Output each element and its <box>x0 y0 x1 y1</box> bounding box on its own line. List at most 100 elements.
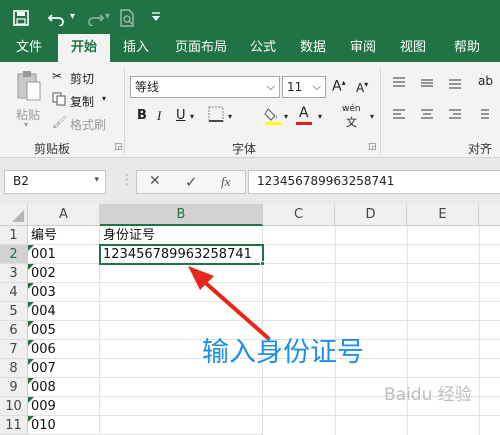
tab-file[interactable]: 文件 <box>6 34 52 62</box>
undo-dropdown-icon[interactable]: ▾ <box>70 0 75 34</box>
cut-label: 剪切 <box>70 72 95 86</box>
formula-input[interactable]: 123456789963258741 <box>248 170 500 194</box>
copy-label: 复制 <box>70 95 95 109</box>
cell-a10[interactable]: 009 <box>28 397 100 416</box>
column-header-b[interactable]: B <box>100 204 263 226</box>
tab-review[interactable]: 审阅 <box>342 34 384 62</box>
tab-formulas[interactable]: 公式 <box>242 34 284 62</box>
tab-page-layout[interactable]: 页面布局 <box>166 34 236 62</box>
paste-dropdown-icon: ▾ <box>24 120 29 129</box>
underline-button[interactable]: U <box>176 108 186 123</box>
phonetic-button[interactable]: wén 文 <box>340 104 368 129</box>
row-header-6[interactable]: 6 <box>0 321 28 340</box>
bold-button[interactable]: B <box>137 108 147 123</box>
tab-help[interactable]: 帮助 <box>446 34 488 62</box>
row-header-5[interactable]: 5 <box>0 302 28 321</box>
format-painter-icon: 🖌 <box>52 115 68 129</box>
cell-a3[interactable]: 002 <box>28 264 100 283</box>
tab-data[interactable]: 数据 <box>292 34 334 62</box>
name-box[interactable]: B2 ▾ <box>4 170 106 194</box>
column-header-d[interactable]: D <box>335 204 407 226</box>
align-top-icon[interactable] <box>392 76 406 93</box>
fill-handle[interactable] <box>260 261 265 266</box>
customize-qat-icon[interactable] <box>150 0 162 34</box>
font-name-select[interactable]: 等线 ⌵ <box>130 76 280 98</box>
italic-button[interactable]: I <box>157 108 161 124</box>
redo-icon[interactable] <box>86 0 105 34</box>
borders-dropdown-icon[interactable]: ▾ <box>228 112 232 121</box>
row-header-11[interactable]: 11 <box>0 416 28 435</box>
cell-a9[interactable]: 008 <box>28 378 100 397</box>
align-right-icon[interactable] <box>448 108 462 125</box>
row-header-2[interactable]: 2 <box>0 245 28 264</box>
column-header-e[interactable]: E <box>407 204 479 226</box>
enter-icon[interactable]: ✓ <box>185 173 198 191</box>
orientation-icon[interactable]: ab <box>478 74 493 88</box>
indent-icon[interactable] <box>476 108 490 125</box>
row-header-4[interactable]: 4 <box>0 283 28 302</box>
font-color-button[interactable]: A <box>299 105 309 121</box>
align-center-icon[interactable] <box>420 108 434 125</box>
format-painter-label: 格式刷 <box>70 118 107 132</box>
row-header-7[interactable]: 7 <box>0 340 28 359</box>
tab-insert[interactable]: 插入 <box>114 34 158 62</box>
cut-button[interactable]: ✂ 剪切 <box>52 69 110 87</box>
select-all-corner[interactable] <box>0 204 28 226</box>
cell-a8[interactable]: 007 <box>28 359 100 378</box>
align-bottom-icon[interactable] <box>448 76 462 93</box>
column-header-f[interactable] <box>479 204 500 226</box>
insert-function-icon[interactable]: fx <box>221 174 230 190</box>
number-as-text-indicator <box>28 302 34 308</box>
cell-a11-value: 010 <box>31 418 56 433</box>
scissors-icon: ✂ <box>52 69 63 83</box>
row-header-8[interactable]: 8 <box>0 359 28 378</box>
phonetic-dropdown-icon[interactable]: ▾ <box>370 112 374 121</box>
row-header-10[interactable]: 10 <box>0 397 28 416</box>
paste-button[interactable]: 粘贴 ▾ <box>10 68 48 129</box>
cell-a7[interactable]: 006 <box>28 340 100 359</box>
formula-input-value: 123456789963258741 <box>257 174 395 188</box>
cell-a11[interactable]: 010 <box>28 416 100 435</box>
number-as-text-indicator <box>28 245 34 251</box>
cell-a5[interactable]: 004 <box>28 302 100 321</box>
column-header-c[interactable]: C <box>263 204 335 226</box>
font-size-select[interactable]: 11 ⌵ <box>282 76 326 98</box>
name-box-dropdown-icon[interactable]: ▾ <box>94 175 99 185</box>
cell-a1[interactable]: 编号 <box>28 226 100 245</box>
fill-color-button[interactable] <box>264 106 282 129</box>
tab-home[interactable]: 开始 <box>58 34 110 62</box>
row-header-1[interactable]: 1 <box>0 226 28 245</box>
formula-buttons: ✕ ✓ fx <box>136 170 246 194</box>
borders-button[interactable] <box>208 106 224 125</box>
align-middle-icon[interactable] <box>420 76 434 93</box>
cell-a4[interactable]: 003 <box>28 283 100 302</box>
print-preview-icon[interactable] <box>119 0 135 34</box>
clipboard-launcher-icon[interactable]: ◲ <box>114 142 123 152</box>
redo-dropdown-icon[interactable]: ▾ <box>105 0 110 34</box>
cell-a6[interactable]: 005 <box>28 321 100 340</box>
undo-icon[interactable] <box>47 0 66 34</box>
align-left-icon[interactable] <box>392 108 406 125</box>
underline-dropdown-icon[interactable]: ▾ <box>190 112 194 121</box>
fill-color-dropdown-icon[interactable]: ▾ <box>284 112 288 121</box>
row-header-3[interactable]: 3 <box>0 264 28 283</box>
font-group-label: 字体 <box>232 142 257 156</box>
cancel-icon[interactable]: ✕ <box>149 173 161 189</box>
cell-b1[interactable]: 身份证号 <box>100 226 263 245</box>
font-color-dropdown-icon[interactable]: ▾ <box>318 112 322 121</box>
font-launcher-icon[interactable]: ◲ <box>368 142 377 152</box>
shrink-font-button[interactable]: A▾ <box>356 80 368 95</box>
row-header-9[interactable]: 9 <box>0 378 28 397</box>
divider <box>124 68 125 154</box>
save-icon[interactable] <box>13 0 29 34</box>
cell-a2[interactable]: 001 <box>28 245 100 264</box>
format-painter-button[interactable]: 🖌 格式刷 <box>52 115 118 133</box>
divider <box>380 68 381 154</box>
number-as-text-indicator <box>28 340 34 346</box>
ribbon-tabs: 文件 开始 插入 页面布局 公式 数据 审阅 视图 帮助 <box>0 34 500 62</box>
grow-font-button[interactable]: A▴ <box>332 78 346 95</box>
cell-a4-value: 003 <box>31 285 56 300</box>
copy-button[interactable]: 复制 ▾ <box>52 92 118 110</box>
tab-view[interactable]: 视图 <box>392 34 434 62</box>
column-header-a[interactable]: A <box>28 204 100 226</box>
